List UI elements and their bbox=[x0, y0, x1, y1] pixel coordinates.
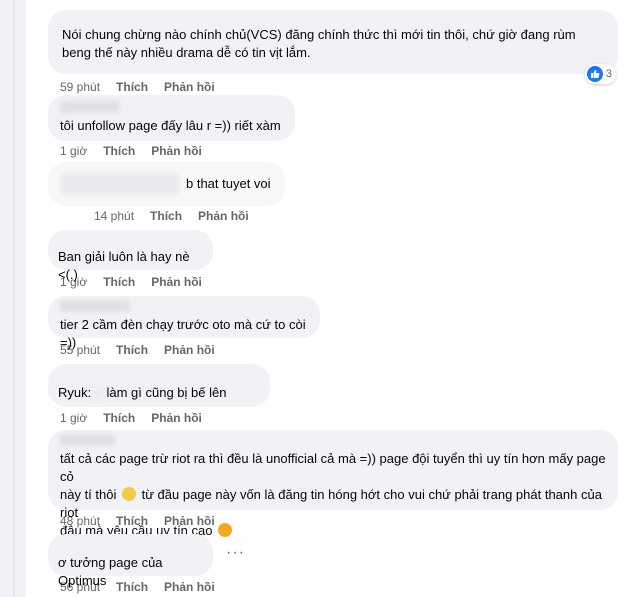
comment-text-line-2: này tí thôi từ đầu page này vốn là đăng … bbox=[60, 487, 602, 520]
comment-1: Nói chung chừng nào chính chủ(VCS) đăng … bbox=[48, 10, 618, 94]
comment-text: tier 2 cầm đèn chạy trước oto mà cứ to c… bbox=[60, 317, 306, 350]
comment-bubble: Ban giải luôn là hay nè <(.) bbox=[48, 230, 213, 282]
comment-text: b that tuyet voi bbox=[186, 176, 271, 191]
comment-actions: 59 phút Thích Phản hồi bbox=[48, 80, 618, 94]
comment-bubble: Ryuk: làm gì cũng bị bế lên bbox=[48, 364, 270, 407]
comment-time[interactable]: 1 giờ bbox=[60, 144, 87, 158]
comment-bubble: tất cả các page trừ riot ra thì đều là u… bbox=[48, 430, 618, 538]
rolling-laughing-emoji bbox=[218, 523, 233, 537]
comment-bubble: tôi unfollow page đấy lâu r =)) riết xàm bbox=[48, 95, 295, 141]
like-button[interactable]: Thích bbox=[103, 275, 135, 289]
smiling-face-emoji bbox=[122, 487, 136, 501]
reply-button[interactable]: Phản hồi bbox=[151, 275, 202, 289]
comment-time[interactable]: 14 phút bbox=[94, 209, 134, 223]
comment-6: Ryuk: làm gì cũng bị bế lên 1 giờ Thích … bbox=[48, 364, 270, 425]
comment-text: tôi unfollow page đấy lâu r =)) riết xàm bbox=[60, 118, 281, 133]
comment-text: Nói chung chừng nào chính chủ(VCS) đăng … bbox=[62, 27, 576, 60]
like-button[interactable]: Thích bbox=[103, 411, 135, 425]
comment-4: Ban giải luôn là hay nè <(.) 1 giờ Thích… bbox=[48, 230, 213, 289]
comment-8: ơ tưởng page của Optimus 56 phút Thích P… bbox=[48, 534, 244, 594]
reply-button[interactable]: Phản hồi bbox=[164, 580, 215, 594]
comment-5: tier 2 cầm đèn chạy trước oto mà cứ to c… bbox=[48, 296, 320, 357]
comment-7: tất cả các page trừ riot ra thì đều là u… bbox=[48, 430, 618, 538]
reply-button[interactable]: Phản hồi bbox=[151, 144, 202, 158]
more-options-icon[interactable]: ··· bbox=[226, 544, 245, 562]
reaction-summary[interactable]: 3 bbox=[584, 64, 616, 84]
mention-redacted bbox=[94, 388, 103, 399]
author-name-redacted bbox=[60, 434, 115, 446]
comment-3: b that tuyet voi 14 phút Thích Phản hồi bbox=[48, 162, 285, 223]
author-name-redacted bbox=[60, 173, 180, 195]
reply-button[interactable]: Phản hồi bbox=[198, 209, 249, 223]
comment-text: làm gì cũng bị bế lên bbox=[106, 385, 227, 400]
comment-2: tôi unfollow page đấy lâu r =)) riết xàm… bbox=[48, 95, 295, 158]
comment-bubble: ơ tưởng page của Optimus bbox=[48, 534, 213, 588]
comment-actions: 1 giờ Thích Phản hồi bbox=[48, 411, 270, 425]
comment-bubble: tier 2 cầm đèn chạy trước oto mà cứ to c… bbox=[48, 296, 320, 350]
comment-bubble: Nói chung chừng nào chính chủ(VCS) đăng … bbox=[48, 10, 618, 74]
reaction-count: 3 bbox=[605, 68, 612, 80]
like-button[interactable]: Thích bbox=[116, 80, 148, 94]
comment-author[interactable]: Ryuk: bbox=[58, 385, 91, 400]
author-name-redacted bbox=[60, 300, 130, 312]
like-button[interactable]: Thích bbox=[150, 209, 182, 223]
reply-button[interactable]: Phản hồi bbox=[151, 411, 202, 425]
like-button[interactable]: Thích bbox=[103, 144, 135, 158]
author-name-redacted bbox=[60, 101, 120, 113]
thread-connector-line bbox=[0, 0, 26, 597]
like-button[interactable]: Thích bbox=[116, 580, 148, 594]
comment-time[interactable]: 59 phút bbox=[60, 80, 100, 94]
comment-actions: 14 phút Thích Phản hồi bbox=[48, 209, 285, 223]
like-icon bbox=[586, 66, 603, 82]
reply-button[interactable]: Phản hồi bbox=[164, 80, 215, 94]
comment-actions: 1 giờ Thích Phản hồi bbox=[48, 144, 295, 158]
comment-time[interactable]: 1 giờ bbox=[60, 411, 87, 425]
comment-text-line-1: tất cả các page trừ riot ra thì đều là u… bbox=[60, 451, 606, 484]
comment-bubble: b that tuyet voi bbox=[48, 162, 285, 206]
